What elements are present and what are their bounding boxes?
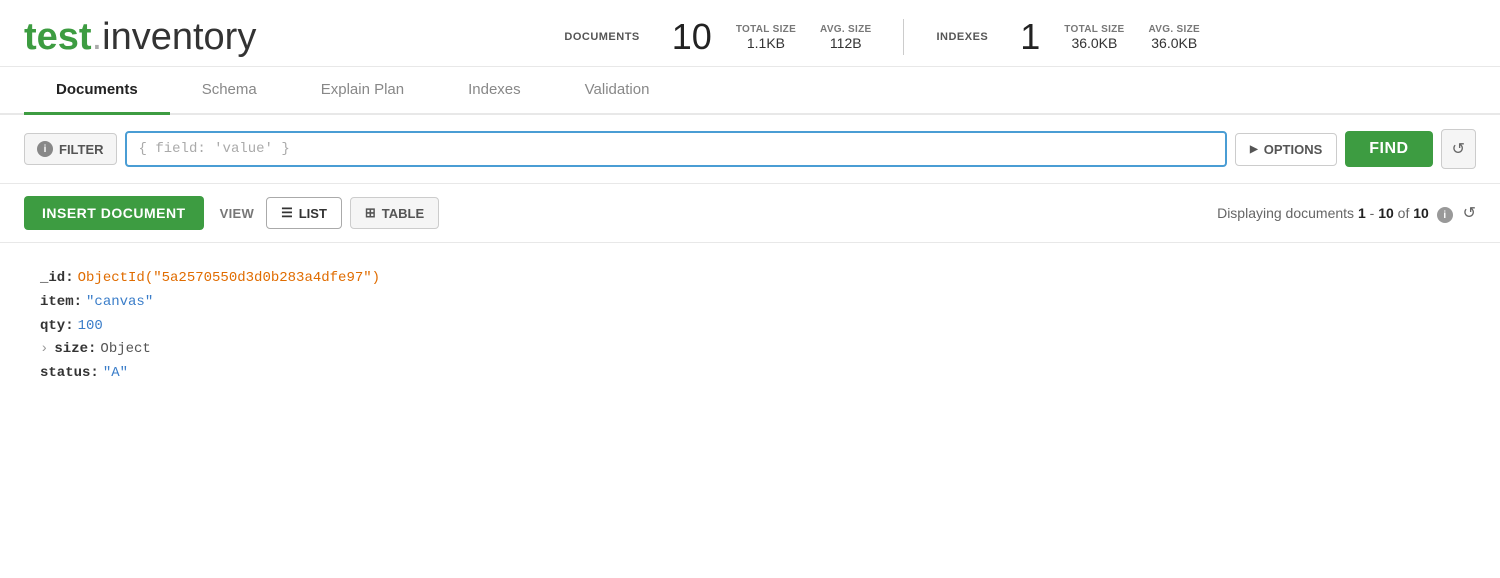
list-label: LIST	[299, 206, 327, 221]
tab-indexes[interactable]: Indexes	[436, 67, 553, 115]
avg-size-idx: AVG. SIZE 36.0KB	[1149, 24, 1200, 51]
logo-inventory: inventory	[102, 16, 256, 58]
range-end: 10	[1378, 205, 1394, 221]
field-size: › size: Object	[40, 338, 1460, 362]
filter-input[interactable]	[125, 131, 1228, 167]
documents-sub-stats: TOTAL SIZE 1.1KB AVG. SIZE 112B	[736, 24, 872, 51]
logo-dot: .	[92, 16, 103, 58]
indexes-sub-stats: TOTAL SIZE 36.0KB AVG. SIZE 36.0KB	[1064, 24, 1200, 51]
options-button[interactable]: ▶ OPTIONS	[1235, 133, 1337, 166]
field-item: item: "canvas"	[40, 291, 1460, 315]
documents-stats: DOCUMENTS 10 TOTAL SIZE 1.1KB AVG. SIZE …	[532, 19, 903, 55]
filter-toolbar: i FILTER ▶ OPTIONS FIND ↺	[0, 115, 1500, 184]
avg-size-docs-label: AVG. SIZE	[820, 24, 871, 35]
field-name-size: size:	[54, 338, 96, 362]
field-value-size: Object	[100, 338, 150, 362]
field-name-item: item:	[40, 291, 82, 315]
total-size-docs-label: TOTAL SIZE	[736, 24, 796, 35]
total-size-docs: TOTAL SIZE 1.1KB	[736, 24, 796, 51]
documents-label: DOCUMENTS	[564, 31, 639, 43]
document-area: _id: ObjectId("5a2570550d3d0b283a4dfe97"…	[0, 243, 1500, 410]
documents-count: 10	[672, 19, 712, 55]
table-view-button[interactable]: ⊞ TABLE	[350, 197, 439, 229]
range-sep: -	[1370, 205, 1379, 221]
list-icon: ☰	[281, 205, 293, 221]
tabs-bar: Documents Schema Explain Plan Indexes Va…	[0, 67, 1500, 115]
total-size-idx-label: TOTAL SIZE	[1064, 24, 1124, 35]
avg-size-idx-value: 36.0KB	[1151, 35, 1197, 51]
expand-icon[interactable]: ›	[40, 338, 48, 362]
list-view-button[interactable]: ☰ LIST	[266, 197, 342, 229]
field-name-id: _id:	[40, 267, 74, 291]
view-label: VIEW	[220, 206, 254, 221]
field-value-item: "canvas"	[86, 291, 153, 315]
insert-document-button[interactable]: INSERT DOCUMENT	[24, 196, 204, 230]
field-id: _id: ObjectId("5a2570550d3d0b283a4dfe97"…	[40, 267, 1460, 291]
refresh-button[interactable]: ↺	[1463, 203, 1476, 223]
avg-size-idx-label: AVG. SIZE	[1149, 24, 1200, 35]
indexes-label: INDEXES	[936, 31, 988, 43]
stats-bar: DOCUMENTS 10 TOTAL SIZE 1.1KB AVG. SIZE …	[288, 19, 1476, 55]
tab-validation[interactable]: Validation	[553, 67, 682, 115]
tab-schema[interactable]: Schema	[170, 67, 289, 115]
header: test.inventory DOCUMENTS 10 TOTAL SIZE 1…	[0, 0, 1500, 67]
info-icon[interactable]: i	[1437, 207, 1453, 223]
options-label: OPTIONS	[1264, 142, 1323, 157]
avg-size-docs-value: 112B	[830, 35, 862, 51]
tab-explain-plan[interactable]: Explain Plan	[289, 67, 436, 115]
field-value-status: "A"	[103, 362, 128, 386]
displaying-info: Displaying documents 1 - 10 of 10 i ↺	[1217, 203, 1476, 224]
field-name-qty: qty:	[40, 315, 74, 339]
tab-documents[interactable]: Documents	[24, 67, 170, 115]
field-name-status: status:	[40, 362, 99, 386]
table-label: TABLE	[382, 206, 424, 221]
total-count: 10	[1413, 205, 1429, 221]
reset-button[interactable]: ↺	[1441, 129, 1476, 169]
info-circle-icon: i	[37, 141, 53, 157]
field-qty: qty: 100	[40, 315, 1460, 339]
total-size-docs-value: 1.1KB	[747, 35, 785, 51]
arrow-right-icon: ▶	[1250, 144, 1258, 155]
field-status: status: "A"	[40, 362, 1460, 386]
indexes-stats: INDEXES 1 TOTAL SIZE 36.0KB AVG. SIZE 36…	[903, 19, 1231, 55]
table-icon: ⊞	[365, 205, 376, 221]
logo-test: test	[24, 16, 92, 58]
of-text: of	[1398, 205, 1414, 221]
field-value-qty: 100	[78, 315, 103, 339]
indexes-count: 1	[1020, 19, 1040, 55]
avg-size-docs: AVG. SIZE 112B	[820, 24, 871, 51]
total-size-idx: TOTAL SIZE 36.0KB	[1064, 24, 1124, 51]
field-value-id: ObjectId("5a2570550d3d0b283a4dfe97")	[78, 267, 380, 291]
logo: test.inventory	[24, 18, 256, 56]
displaying-text: Displaying documents	[1217, 205, 1354, 221]
action-bar: INSERT DOCUMENT VIEW ☰ LIST ⊞ TABLE Disp…	[0, 184, 1500, 243]
range-start: 1	[1358, 205, 1366, 221]
find-button[interactable]: FIND	[1345, 131, 1432, 167]
filter-button[interactable]: i FILTER	[24, 133, 117, 165]
total-size-idx-value: 36.0KB	[1071, 35, 1117, 51]
filter-label: FILTER	[59, 142, 104, 157]
